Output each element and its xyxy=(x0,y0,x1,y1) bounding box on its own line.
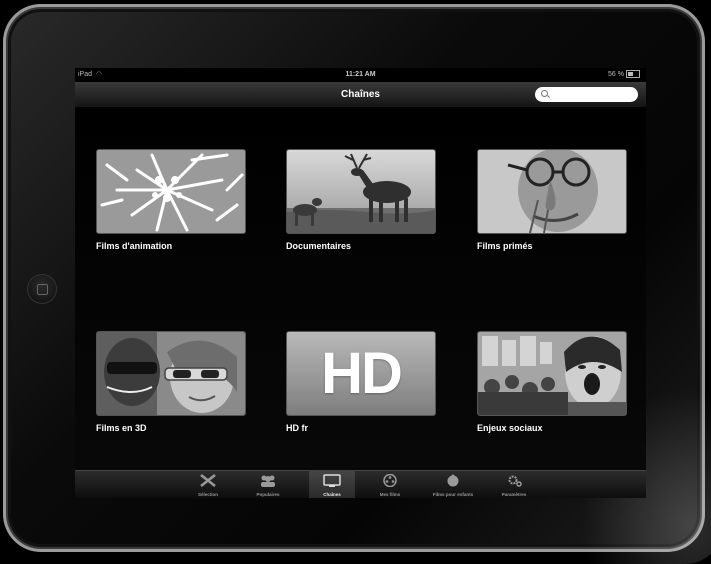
social-thumbnail xyxy=(477,331,627,416)
home-square-icon xyxy=(37,284,48,295)
tv-icon xyxy=(323,474,341,487)
gear-icon xyxy=(508,475,522,487)
animation-thumbnail xyxy=(96,149,246,234)
channel-tile-animation[interactable]: Films d'animation xyxy=(96,149,246,251)
kids-icon xyxy=(447,474,459,487)
battery-percent: 56 % xyxy=(608,71,624,78)
channel-tile-hd[interactable]: HD HD fr xyxy=(286,331,436,433)
channel-label: Films en 3D xyxy=(96,423,147,433)
hd-thumbnail: HD xyxy=(286,331,436,416)
channel-tile-social[interactable]: Enjeux sociaux xyxy=(477,331,627,433)
home-button[interactable] xyxy=(27,274,57,304)
tab-label: Mes films xyxy=(379,492,401,497)
tab-label: Films pour enfants xyxy=(432,492,474,497)
documentary-thumbnail xyxy=(286,149,436,234)
channel-grid: Films d'animation Documentaires Films pr… xyxy=(75,108,646,470)
award-thumbnail xyxy=(477,149,627,234)
channel-label: Films d'animation xyxy=(96,241,173,251)
people-icon xyxy=(261,475,275,487)
tab-settings[interactable]: Paramètres xyxy=(491,471,537,498)
tab-selection[interactable]: Sélection xyxy=(185,471,231,498)
navigation-bar: Chaînes xyxy=(75,82,646,108)
battery-icon xyxy=(626,70,640,79)
tab-label: Chaînes xyxy=(323,492,341,497)
tab-my-films[interactable]: Mes films xyxy=(367,471,413,498)
film-reel-icon xyxy=(383,474,397,487)
channel-label: Films primés xyxy=(477,241,533,251)
tab-kids-films[interactable]: Films pour enfants xyxy=(427,471,479,498)
channel-label: Documentaires xyxy=(286,241,352,251)
tab-popular[interactable]: Populaires xyxy=(245,471,291,498)
status-bar: iPad ◠ 11:21 AM 56 % xyxy=(75,68,646,82)
search-input[interactable] xyxy=(551,88,633,101)
hd-logo: HD xyxy=(321,341,403,406)
channel-label: Enjeux sociaux xyxy=(477,423,543,433)
tab-label: Populaires xyxy=(256,492,280,497)
search-icon xyxy=(541,90,548,97)
status-right: 56 % xyxy=(608,68,640,82)
search-field[interactable] xyxy=(535,87,638,102)
3d-thumbnail xyxy=(96,331,246,416)
channel-tile-documentaries[interactable]: Documentaires xyxy=(286,149,436,251)
tab-channels[interactable]: Chaînes xyxy=(309,471,355,498)
tools-icon xyxy=(200,474,216,487)
tab-bar: Sélection Populaires Chaînes Mes films F… xyxy=(75,470,646,498)
channel-tile-3d[interactable]: Films en 3D xyxy=(96,331,246,433)
channel-label: HD fr xyxy=(286,423,308,433)
tab-label: Paramètres xyxy=(501,492,527,497)
tab-label: Sélection xyxy=(197,492,218,497)
app-screen: iPad ◠ 11:21 AM 56 % Chaînes Films d'ani… xyxy=(75,68,646,498)
status-time: 11:21 AM xyxy=(345,71,376,78)
channel-tile-award[interactable]: Films primés xyxy=(477,149,627,251)
